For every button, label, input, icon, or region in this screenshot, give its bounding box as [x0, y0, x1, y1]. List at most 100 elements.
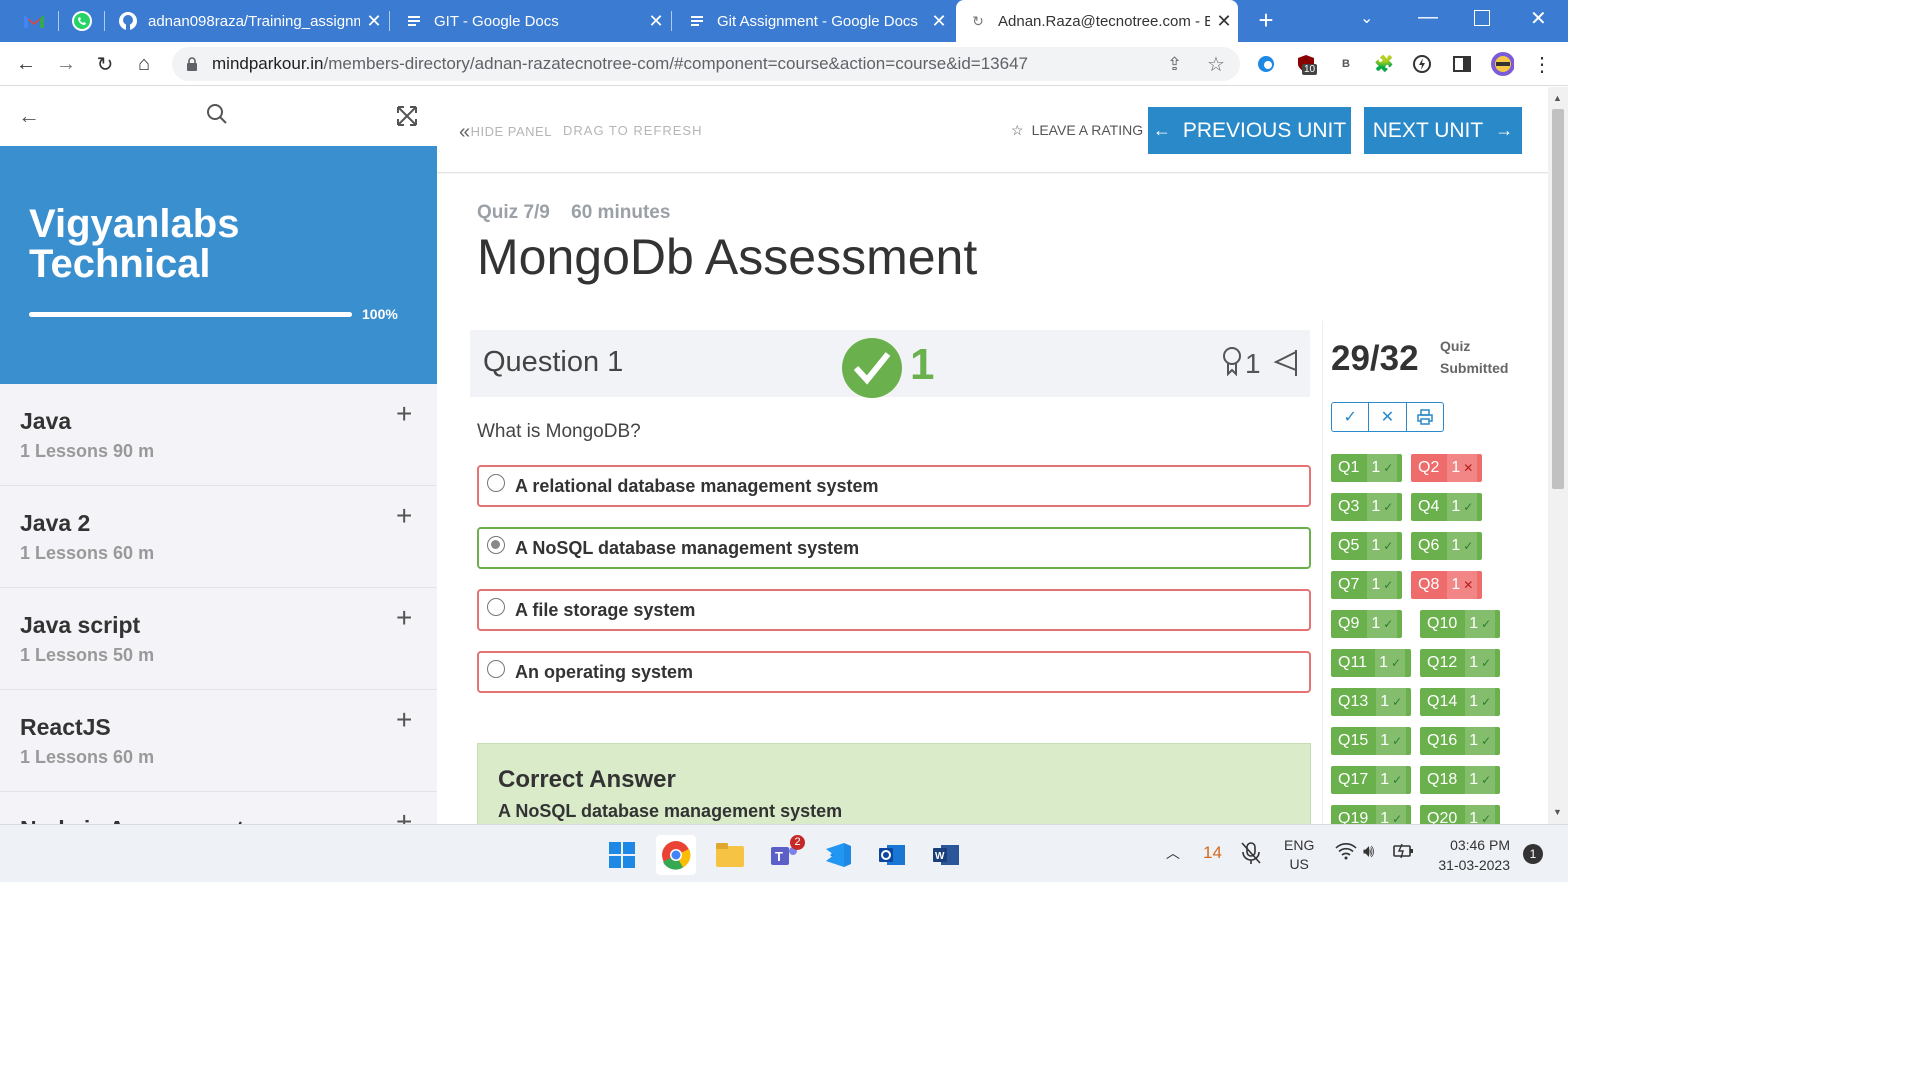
- scroll-up-icon[interactable]: ▲: [1553, 93, 1562, 103]
- expand-plus-icon[interactable]: +: [396, 704, 412, 736]
- question-chip-q18[interactable]: Q18 1 ✓: [1420, 766, 1500, 794]
- battery-icon[interactable]: [1392, 842, 1416, 865]
- tray-number[interactable]: 14: [1203, 843, 1222, 863]
- share-icon[interactable]: ⇪: [1167, 54, 1182, 75]
- question-chip-q8[interactable]: Q8 1 ✕: [1411, 571, 1482, 599]
- answer-option-3[interactable]: A file storage system: [477, 589, 1311, 631]
- tab-search-icon[interactable]: ⌄: [1360, 8, 1373, 28]
- clock[interactable]: 03:46 PM 31-03-2023: [1430, 835, 1510, 875]
- next-unit-button[interactable]: NEXT UNIT →: [1364, 107, 1522, 154]
- question-chip-q13[interactable]: Q13 1 ✓: [1331, 688, 1411, 716]
- radio-button-selected[interactable]: [487, 536, 505, 554]
- question-chip-q6[interactable]: Q6 1 ✓: [1411, 532, 1482, 560]
- show-correct-icon[interactable]: ✓: [1332, 403, 1370, 431]
- close-tab-icon[interactable]: ✕: [925, 11, 953, 32]
- back-arrow-icon[interactable]: ←: [18, 103, 40, 129]
- course-item-reactjs[interactable]: ReactJS 1 Lessons 60 m +: [0, 690, 437, 792]
- whatsapp-tab-icon[interactable]: [70, 9, 94, 33]
- volume-icon[interactable]: 🔊︎: [1363, 841, 1374, 862]
- answer-option-1[interactable]: A relational database management system: [477, 465, 1311, 507]
- close-tab-icon[interactable]: ✕: [360, 11, 388, 32]
- start-windows-icon[interactable]: [602, 835, 642, 875]
- question-chip-q19[interactable]: Q19 1 ✓: [1331, 805, 1411, 824]
- radio-button[interactable]: [487, 660, 505, 678]
- ublock-ext-icon[interactable]: 10: [1294, 52, 1318, 76]
- b-ext-icon[interactable]: B: [1334, 52, 1358, 76]
- new-tab-button[interactable]: +: [1252, 5, 1280, 35]
- vscode-icon[interactable]: [818, 835, 858, 875]
- course-item-nodejs[interactable]: Node.js Assessment +: [0, 792, 437, 824]
- question-chip-q7[interactable]: Q7 1 ✓: [1331, 571, 1402, 599]
- question-chip-q16[interactable]: Q16 1 ✓: [1420, 727, 1500, 755]
- question-chip-q9[interactable]: Q9 1 ✓: [1331, 610, 1402, 638]
- previous-unit-button[interactable]: ← PREVIOUS UNIT: [1148, 107, 1351, 154]
- extensions-puzzle-icon[interactable]: 🧩: [1372, 52, 1396, 76]
- expand-plus-icon[interactable]: +: [396, 806, 412, 824]
- edge-ext-icon[interactable]: [1254, 52, 1278, 76]
- side-panel-icon[interactable]: [1450, 52, 1474, 76]
- close-tab-icon[interactable]: ✕: [642, 11, 670, 32]
- wifi-icon[interactable]: [1335, 842, 1357, 865]
- page-scrollbar[interactable]: ▲ ▼: [1548, 87, 1568, 824]
- question-chip-q12[interactable]: Q12 1 ✓: [1420, 649, 1500, 677]
- course-item-java-2[interactable]: Java 2 1 Lessons 60 m +: [0, 486, 437, 588]
- question-chip-q3[interactable]: Q3 1 ✓: [1331, 493, 1402, 521]
- search-icon[interactable]: [206, 103, 228, 130]
- question-chip-q11[interactable]: Q11 1 ✓: [1331, 649, 1411, 677]
- question-chip-q4[interactable]: Q4 1 ✓: [1411, 493, 1482, 521]
- forward-icon[interactable]: →: [52, 50, 80, 78]
- tray-overflow-icon[interactable]: ︿: [1166, 843, 1180, 863]
- course-item-java[interactable]: Java 1 Lessons 90 m +: [0, 384, 437, 486]
- leave-rating-button[interactable]: ☆ LEAVE A RATING: [1011, 122, 1143, 139]
- question-chip-q1[interactable]: Q1 1 ✓: [1331, 454, 1402, 482]
- question-chip-q17[interactable]: Q17 1 ✓: [1331, 766, 1411, 794]
- address-bar[interactable]: mindparkour.in/members-directory/adnan-r…: [172, 47, 1240, 81]
- question-chip-q5[interactable]: Q5 1 ✓: [1331, 532, 1402, 560]
- performance-icon[interactable]: [1410, 52, 1434, 76]
- flag-icon[interactable]: [1273, 348, 1299, 383]
- restore-window-button[interactable]: [1474, 10, 1490, 26]
- scroll-down-icon[interactable]: ▼: [1553, 807, 1562, 817]
- language-indicator[interactable]: ENG US: [1284, 836, 1314, 874]
- show-incorrect-icon[interactable]: ✕: [1369, 403, 1407, 431]
- question-chip-q20[interactable]: Q20 1 ✓: [1420, 805, 1500, 824]
- expand-icon[interactable]: [396, 105, 418, 132]
- file-explorer-icon[interactable]: [710, 835, 750, 875]
- notification-badge[interactable]: 1: [1523, 844, 1543, 864]
- home-icon[interactable]: ⌂: [130, 50, 158, 78]
- back-icon[interactable]: ←: [12, 50, 40, 78]
- quiz-status: Quiz Submitted: [1440, 335, 1508, 379]
- tab-active-course[interactable]: ↻ Adnan.Raza@tecnotree.com - B ✕: [956, 0, 1238, 42]
- mic-muted-icon[interactable]: [1240, 841, 1262, 870]
- expand-plus-icon[interactable]: +: [396, 500, 412, 532]
- print-icon[interactable]: [1407, 403, 1443, 431]
- tab-github[interactable]: adnan098raza/Training_assignments ✕: [106, 0, 388, 42]
- radio-button[interactable]: [487, 474, 505, 492]
- expand-plus-icon[interactable]: +: [396, 398, 412, 430]
- close-tab-icon[interactable]: ✕: [1210, 11, 1238, 32]
- tab-git-doc[interactable]: GIT - Google Docs ✕: [392, 0, 670, 42]
- bookmark-star-icon[interactable]: ☆: [1207, 52, 1225, 77]
- course-item-java-script[interactable]: Java script 1 Lessons 50 m +: [0, 588, 437, 690]
- radio-button[interactable]: [487, 598, 505, 616]
- question-chip-q2[interactable]: Q2 1 ✕: [1411, 454, 1482, 482]
- reload-icon[interactable]: ↻: [91, 50, 119, 78]
- hide-panel-button[interactable]: «HIDE PANEL: [459, 121, 552, 144]
- expand-plus-icon[interactable]: +: [396, 602, 412, 634]
- scroll-thumb[interactable]: [1552, 109, 1564, 489]
- profile-avatar[interactable]: [1490, 52, 1514, 76]
- answer-option-4[interactable]: An operating system: [477, 651, 1311, 693]
- question-chip-q10[interactable]: Q10 1 ✓: [1420, 610, 1500, 638]
- close-window-button[interactable]: ✕: [1530, 6, 1547, 31]
- minimize-window-button[interactable]: —: [1418, 6, 1438, 29]
- teams-icon[interactable]: T 2: [764, 835, 805, 875]
- gmail-tab-icon[interactable]: [22, 10, 46, 32]
- chrome-taskbar-icon[interactable]: [656, 835, 696, 875]
- outlook-icon[interactable]: [872, 835, 912, 875]
- question-chip-q14[interactable]: Q14 1 ✓: [1420, 688, 1500, 716]
- chrome-menu-icon[interactable]: ⋮: [1530, 52, 1554, 76]
- question-chip-q15[interactable]: Q15 1 ✓: [1331, 727, 1411, 755]
- answer-option-2[interactable]: A NoSQL database management system: [477, 527, 1311, 569]
- word-icon[interactable]: W: [926, 835, 966, 875]
- tab-git-assignment-doc[interactable]: Git Assignment - Google Docs ✕: [675, 0, 953, 42]
